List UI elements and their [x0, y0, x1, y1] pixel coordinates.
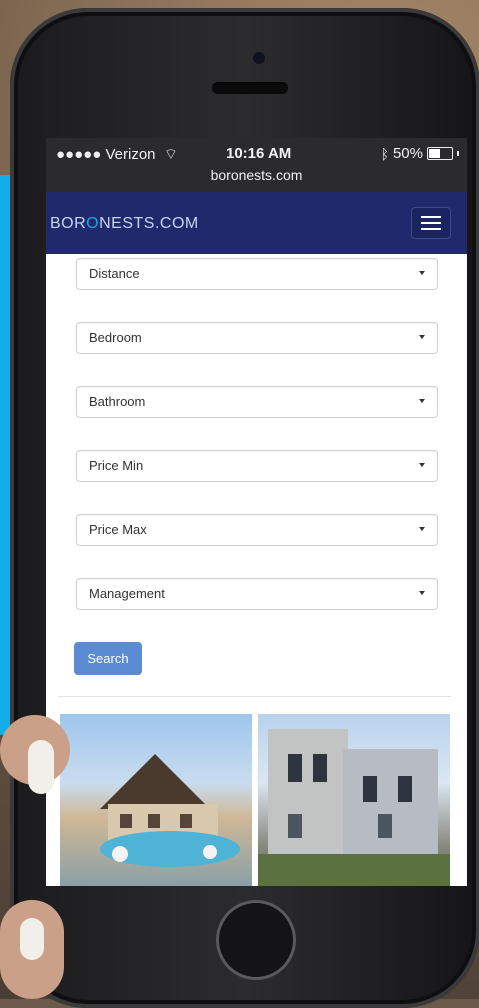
- price-max-select[interactable]: Price Max: [76, 514, 438, 546]
- hamburger-line: [421, 222, 441, 224]
- section-divider: [58, 696, 451, 697]
- townhomes-image: [258, 729, 450, 886]
- brand-suffix: NESTS.COM: [99, 215, 199, 232]
- wifi-icon: ⌔: [159, 146, 178, 163]
- carrier-wifi: ●●●●● Verizon ⌔: [56, 145, 178, 164]
- battery-fill: [429, 149, 440, 158]
- brand-prefix: BOR: [50, 215, 87, 232]
- battery-percent: 50%: [392, 145, 423, 162]
- bathroom-select[interactable]: Bathroom: [76, 386, 438, 418]
- bluetooth-icon: ᛒ: [380, 145, 389, 162]
- phone-frame: ●●●●● Verizon ⌔ 10:16 AM ᛒ 50% boronests…: [10, 8, 479, 1008]
- price-min-select[interactable]: Price Min: [76, 450, 438, 482]
- brand-o: O: [86, 215, 100, 232]
- status-bar: ●●●●● Verizon ⌔ 10:16 AM ᛒ 50% boronests…: [46, 138, 467, 192]
- distance-select[interactable]: Distance: [76, 258, 438, 290]
- listing-photo-resort[interactable]: [60, 714, 252, 886]
- fingernail: [20, 918, 44, 960]
- site-logo[interactable]: BORONESTS.COM: [50, 215, 199, 233]
- hamburger-line: [421, 228, 441, 230]
- caret-down-icon: [419, 527, 425, 531]
- fingernail: [28, 740, 54, 794]
- battery-status: ᛒ 50%: [381, 145, 459, 162]
- select-label: Bedroom: [89, 330, 142, 345]
- phone-screen: ●●●●● Verizon ⌔ 10:16 AM ᛒ 50% boronests…: [46, 138, 467, 886]
- listing-photo-townhomes[interactable]: [258, 714, 450, 886]
- select-label: Distance: [89, 266, 140, 281]
- address-url[interactable]: boronests.com: [46, 167, 467, 183]
- select-label: Price Max: [89, 522, 147, 537]
- hamburger-menu-button[interactable]: [411, 207, 451, 239]
- caret-down-icon: [419, 399, 425, 403]
- search-button[interactable]: Search: [74, 642, 142, 675]
- home-button[interactable]: [216, 900, 296, 980]
- select-label: Management: [89, 586, 165, 601]
- listing-photos: [60, 714, 450, 886]
- battery-tip: [457, 151, 459, 156]
- management-select[interactable]: Management: [76, 578, 438, 610]
- caret-down-icon: [419, 463, 425, 467]
- carrier-label: ●●●●● Verizon: [56, 146, 156, 163]
- select-label: Price Min: [89, 458, 144, 473]
- front-camera: [253, 52, 265, 64]
- status-time: 10:16 AM: [226, 145, 292, 162]
- caret-down-icon: [419, 591, 425, 595]
- bedroom-select[interactable]: Bedroom: [76, 322, 438, 354]
- site-navbar: BORONESTS.COM: [46, 192, 467, 254]
- select-label: Bathroom: [89, 394, 146, 409]
- earpiece-speaker: [212, 82, 288, 94]
- resort-pool-image: [100, 754, 240, 867]
- battery-icon: [427, 147, 453, 160]
- hamburger-line: [421, 216, 441, 218]
- caret-down-icon: [419, 335, 425, 339]
- caret-down-icon: [419, 271, 425, 275]
